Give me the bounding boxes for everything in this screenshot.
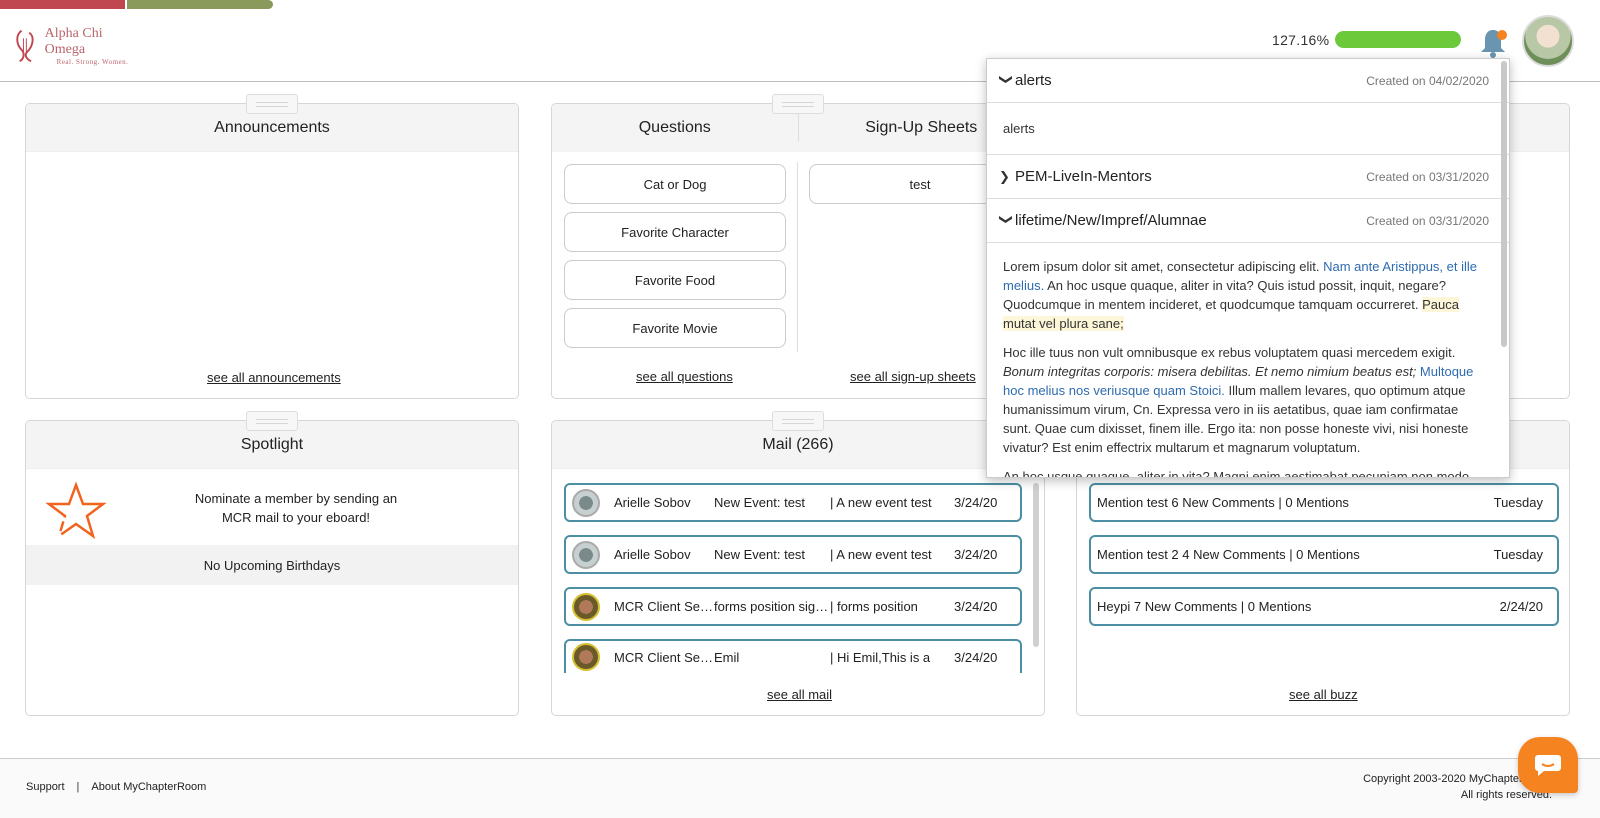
chevron-right-icon: ❯	[999, 168, 1010, 184]
mail-date: 3/24/20	[954, 495, 998, 510]
chapter-logo[interactable]: Alpha Chi Omega Real. Strong. Women.	[12, 23, 142, 69]
star-icon	[46, 481, 106, 540]
drag-handle[interactable]	[246, 411, 298, 431]
question-button[interactable]: Cat or Dog	[564, 164, 786, 204]
alert-group-title: PEM-LiveIn-Mentors	[1015, 168, 1152, 185]
mail-row[interactable]: MCR Client Services forms position signu…	[564, 587, 1022, 626]
footer-separator: |	[76, 781, 80, 793]
column-divider	[797, 162, 798, 352]
alert-content: Lorem ipsum dolor sit amet, consectetur …	[987, 243, 1509, 478]
alert-group-date: Created on 03/31/2020	[1366, 213, 1489, 228]
chevron-down-icon: ❯	[999, 213, 1014, 225]
mail-subject: New Event: test	[714, 547, 806, 562]
alert-group-date: Created on 04/02/2020	[1366, 73, 1489, 88]
mail-from: MCR Client Services	[614, 599, 714, 614]
stripe-red	[0, 0, 125, 9]
progress-bar	[1335, 31, 1462, 48]
mail-from: Arielle Sobov	[614, 495, 691, 510]
see-all-mail-link[interactable]: see all mail	[767, 687, 832, 702]
mail-subject: New Event: test	[714, 495, 806, 510]
top-color-stripe	[0, 0, 273, 9]
alert-paragraph: An hoc usque quaque, aliter in vita? Mag…	[1003, 469, 1470, 478]
about-link[interactable]: About MyChapterRoom	[91, 781, 206, 793]
mail-row[interactable]: Arielle Sobov New Event: test | A new ev…	[564, 483, 1022, 522]
notification-bell-icon[interactable]	[1478, 26, 1508, 60]
alert-group-date: Created on 03/31/2020	[1366, 169, 1489, 184]
buzz-text: Mention test 6 New Comments | 0 Mentions	[1097, 495, 1349, 510]
mail-preview: | Hi Emil,This is a	[830, 649, 931, 665]
mail-row[interactable]: Arielle Sobov New Event: test | A new ev…	[564, 535, 1022, 574]
announcements-panel: Announcements see all announcements	[25, 94, 519, 399]
buzz-row[interactable]: Mention test 2 4 New Comments | 0 Mentio…	[1089, 535, 1559, 574]
drag-handle[interactable]	[772, 94, 824, 114]
mail-panel: Mail (266) Arielle Sobov New Event: test…	[551, 411, 1045, 716]
questions-panel: Questions Sign-Up Sheets Cat or Dog Favo…	[551, 94, 1045, 399]
mail-scrollbar[interactable]	[1033, 483, 1039, 647]
buzz-text: Heypi 7 New Comments | 0 Mentions	[1097, 599, 1312, 614]
alert-group-title: lifetime/New/Impref/Alumnae	[1015, 212, 1207, 229]
drag-handle[interactable]	[772, 411, 824, 431]
alert-group-header[interactable]: ❯ lifetime/New/Impref/Alumnae Created on …	[987, 199, 1509, 243]
alert-body-text: alerts	[1003, 121, 1035, 136]
brand-title: Alpha Chi Omega	[44, 26, 103, 57]
stripe-olive	[127, 0, 273, 9]
support-link[interactable]: Support	[26, 781, 65, 793]
mail-preview: | A new event test	[830, 547, 932, 562]
user-avatar[interactable]	[1522, 15, 1574, 67]
buzz-row[interactable]: Mention test 6 New Comments | 0 Mentions…	[1089, 483, 1559, 522]
nominate-text: Nominate a member by sending an MCR mail…	[194, 491, 398, 525]
see-all-buzz-link[interactable]: see all buzz	[1289, 687, 1358, 702]
tab-questions[interactable]: Questions	[552, 104, 798, 152]
buzz-row[interactable]: Heypi 7 New Comments | 0 Mentions 2/24/2…	[1089, 587, 1559, 626]
profile-progress: 127.16%	[1272, 31, 1462, 48]
sender-avatar	[572, 540, 600, 569]
mail-from: MCR Client Services	[614, 649, 714, 665]
alert-group-header[interactable]: ❯ PEM-LiveIn-Mentors Created on 03/31/202…	[987, 155, 1509, 199]
alert-group-title: alerts	[1015, 72, 1052, 89]
lyre-logo-icon	[16, 29, 34, 63]
mail-date: 3/24/20	[954, 649, 998, 665]
buzz-date: Tuesday	[1493, 547, 1543, 562]
question-button[interactable]: Favorite Movie	[564, 308, 786, 348]
drag-handle[interactable]	[246, 94, 298, 114]
mail-date: 3/24/20	[954, 599, 998, 614]
sender-avatar	[572, 488, 600, 517]
alert-group-header[interactable]: ❯ alerts Created on 04/02/2020	[987, 59, 1509, 103]
mail-preview: | A new event test	[830, 495, 932, 510]
sender-avatar	[572, 643, 600, 671]
see-all-questions-link[interactable]: see all questions	[636, 369, 733, 384]
mail-row[interactable]: MCR Client Services Emil | Hi Emil,This …	[564, 639, 1022, 673]
alerts-dropdown: ❯ alerts Created on 04/02/2020 alerts ❯ PE…	[986, 58, 1510, 478]
mail-date: 3/24/20	[954, 547, 998, 562]
spotlight-panel: Spotlight Nominate a member by sending a…	[25, 411, 519, 716]
buzz-date: Tuesday	[1493, 495, 1543, 510]
chat-launcher-button[interactable]	[1518, 737, 1578, 793]
alert-paragraph: Hoc ille tuus non vult omnibusque ex reb…	[1003, 345, 1474, 455]
mail-from: Arielle Sobov	[614, 547, 691, 562]
progress-bar-fill	[1335, 31, 1462, 48]
birthdays-text: No Upcoming Birthdays	[203, 557, 341, 573]
progress-percent: 127.16%	[1272, 31, 1330, 48]
chevron-down-icon: ❯	[999, 73, 1014, 85]
mail-subject: forms position signup	[714, 599, 830, 614]
dropdown-scrollbar[interactable]	[1501, 61, 1507, 347]
sender-avatar	[572, 592, 600, 621]
mail-subject: Emil	[714, 649, 740, 665]
mail-preview: | forms position	[830, 599, 918, 614]
chat-bubble-icon	[1535, 755, 1561, 776]
question-button[interactable]: Favorite Character	[564, 212, 786, 252]
alert-group-body: alerts	[987, 103, 1509, 155]
brand-subtitle: Real. Strong. Women.	[56, 58, 129, 66]
birthdays-row: No Upcoming Birthdays	[26, 545, 518, 585]
question-button[interactable]: Favorite Food	[564, 260, 786, 300]
see-all-signups-link[interactable]: see all sign-up sheets	[850, 369, 976, 384]
page-footer: Support | About MyChapterRoom Copyright …	[0, 758, 1600, 818]
see-all-announcements-link[interactable]: see all announcements	[207, 370, 341, 385]
alert-paragraph: Lorem ipsum dolor sit amet, consectetur …	[1003, 259, 1477, 331]
buzz-date: 2/24/20	[1499, 599, 1543, 614]
buzz-text: Mention test 2 4 New Comments | 0 Mentio…	[1097, 547, 1360, 562]
